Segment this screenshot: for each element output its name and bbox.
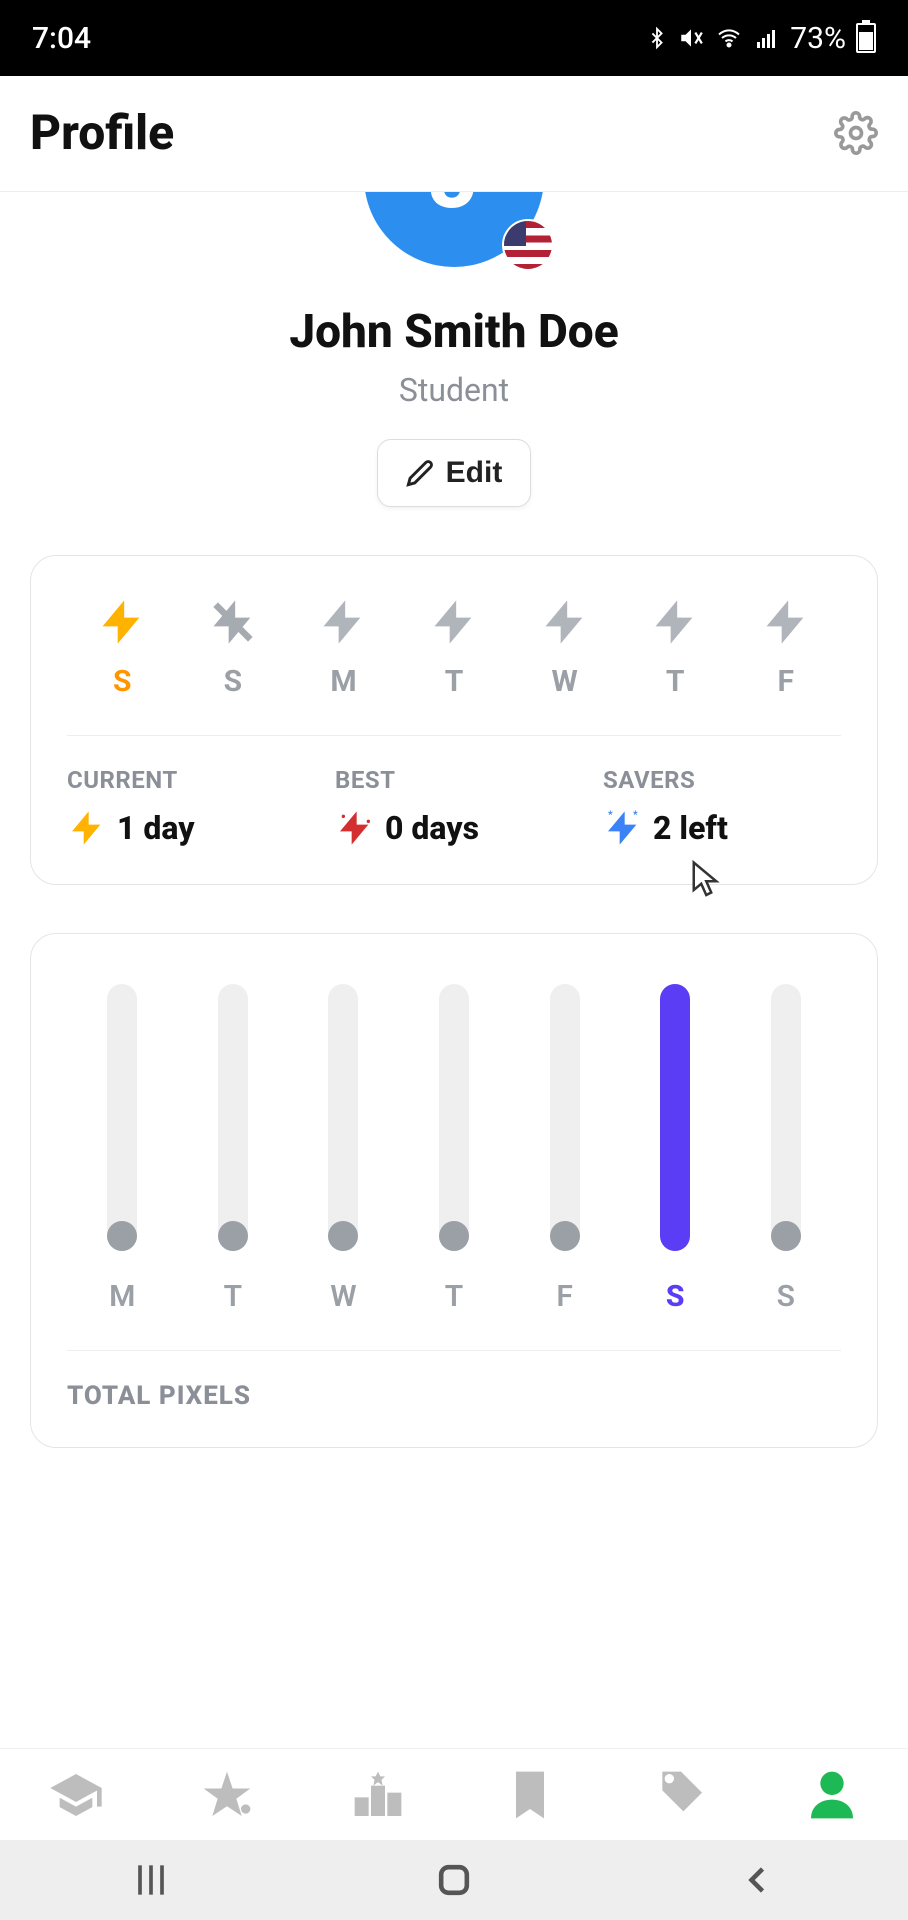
bolt-icon [760,596,812,648]
stat-label: SAVERS [603,766,841,794]
pixels-card: M T W T F S S [30,933,878,1448]
divider [67,1350,841,1351]
pencil-icon [406,459,434,487]
edit-button[interactable]: Edit [377,439,532,507]
pixel-bar-label: S [666,1279,685,1314]
pixel-bar-label: T [445,1279,463,1314]
streak-day-label: S [178,664,289,699]
pixel-bar-thu[interactable]: T [399,984,510,1314]
bolt-blue-icon: ** [603,808,643,848]
pixel-bar-mon[interactable]: M [67,984,178,1314]
avatar-initial: J [429,192,479,229]
streak-day-fri[interactable]: F [730,596,841,699]
bottom-nav [0,1748,908,1840]
streak-day-mon[interactable]: M [288,596,399,699]
sys-recents-icon[interactable] [129,1858,173,1902]
stat-value: 0 days [385,809,479,847]
mute-icon [678,25,704,51]
content-scroll[interactable]: J John Smith Doe Student Edit S S M [0,192,908,1752]
nav-bookmark-icon[interactable] [502,1767,558,1823]
nav-profile-icon[interactable] [804,1767,860,1823]
stat-label: CURRENT [67,766,305,794]
flag-badge-us [502,219,554,271]
pixel-bar-fri[interactable]: F [509,984,620,1314]
divider [67,735,841,736]
edit-label: Edit [446,456,503,490]
streak-day-label: F [730,664,841,699]
wifi-icon [714,26,744,50]
streak-day-thu[interactable]: T [620,596,731,699]
bolt-icon [428,596,480,648]
streak-day-wed[interactable]: W [509,596,620,699]
stat-best: BEST 0 days [335,766,573,848]
pixel-bar-label: W [330,1279,356,1314]
bolt-icon [317,596,369,648]
system-nav [0,1840,908,1920]
app-header: Profile [0,76,908,192]
bolt-icon [67,808,107,848]
svg-text:*: * [633,810,638,821]
signal-icon [754,26,780,50]
pixel-bar-wed[interactable]: W [288,984,399,1314]
bolt-off-icon [207,596,259,648]
streak-day-label: T [620,664,731,699]
profile-name: John Smith Doe [0,305,908,359]
stat-current: CURRENT 1 day [67,766,305,848]
pixel-bar-label: F [556,1279,573,1314]
pixels-chart: M T W T F S S [67,984,841,1314]
status-time: 7:04 [32,21,91,56]
nav-star-icon[interactable] [199,1767,255,1823]
sys-home-icon[interactable] [432,1858,476,1902]
stat-label: BEST [335,766,573,794]
avatar[interactable]: J [364,192,544,267]
streak-day-tue[interactable]: T [399,596,510,699]
bolt-red-icon [335,808,375,848]
stat-value: 2 left [653,809,728,847]
pixel-bar-sun[interactable]: S [730,984,841,1314]
status-right: 73% [646,21,876,56]
sys-back-icon[interactable] [735,1858,779,1902]
streak-day-label: S [67,664,178,699]
streak-card: S S M T W T F [30,555,878,885]
streak-day-label: M [288,664,399,699]
svg-text:*: * [608,810,613,821]
nav-learn-icon[interactable] [48,1767,104,1823]
streak-day-label: W [509,664,620,699]
pixel-bar-label: T [224,1279,242,1314]
pixel-bar-label: M [109,1279,135,1314]
avatar-section: J [0,192,908,267]
streak-stats: CURRENT 1 day BEST 0 days SAVERS ** 2 le… [67,766,841,848]
profile-role: Student [0,371,908,409]
stat-savers: SAVERS ** 2 left [603,766,841,848]
battery-percent: 73% [790,21,846,56]
stat-value: 1 day [117,809,195,847]
bolt-icon [539,596,591,648]
battery-icon [856,23,876,53]
bolt-icon [649,596,701,648]
gear-icon[interactable] [834,111,878,155]
pixel-bar-tue[interactable]: T [178,984,289,1314]
bolt-icon [96,596,148,648]
streak-week: S S M T W T F [67,596,841,699]
streak-day-label: T [399,664,510,699]
streak-day-sun[interactable]: S [178,596,289,699]
bluetooth-icon [646,24,668,52]
page-title: Profile [30,104,174,161]
pixel-bar-sat[interactable]: S [620,984,731,1314]
nav-leaderboard-icon[interactable] [350,1767,406,1823]
pixel-bar-label: S [777,1279,795,1314]
total-pixels-label: TOTAL PIXELS [67,1381,841,1411]
streak-day-sat[interactable]: S [67,596,178,699]
status-bar: 7:04 73% [0,0,908,76]
nav-tag-icon[interactable] [653,1767,709,1823]
